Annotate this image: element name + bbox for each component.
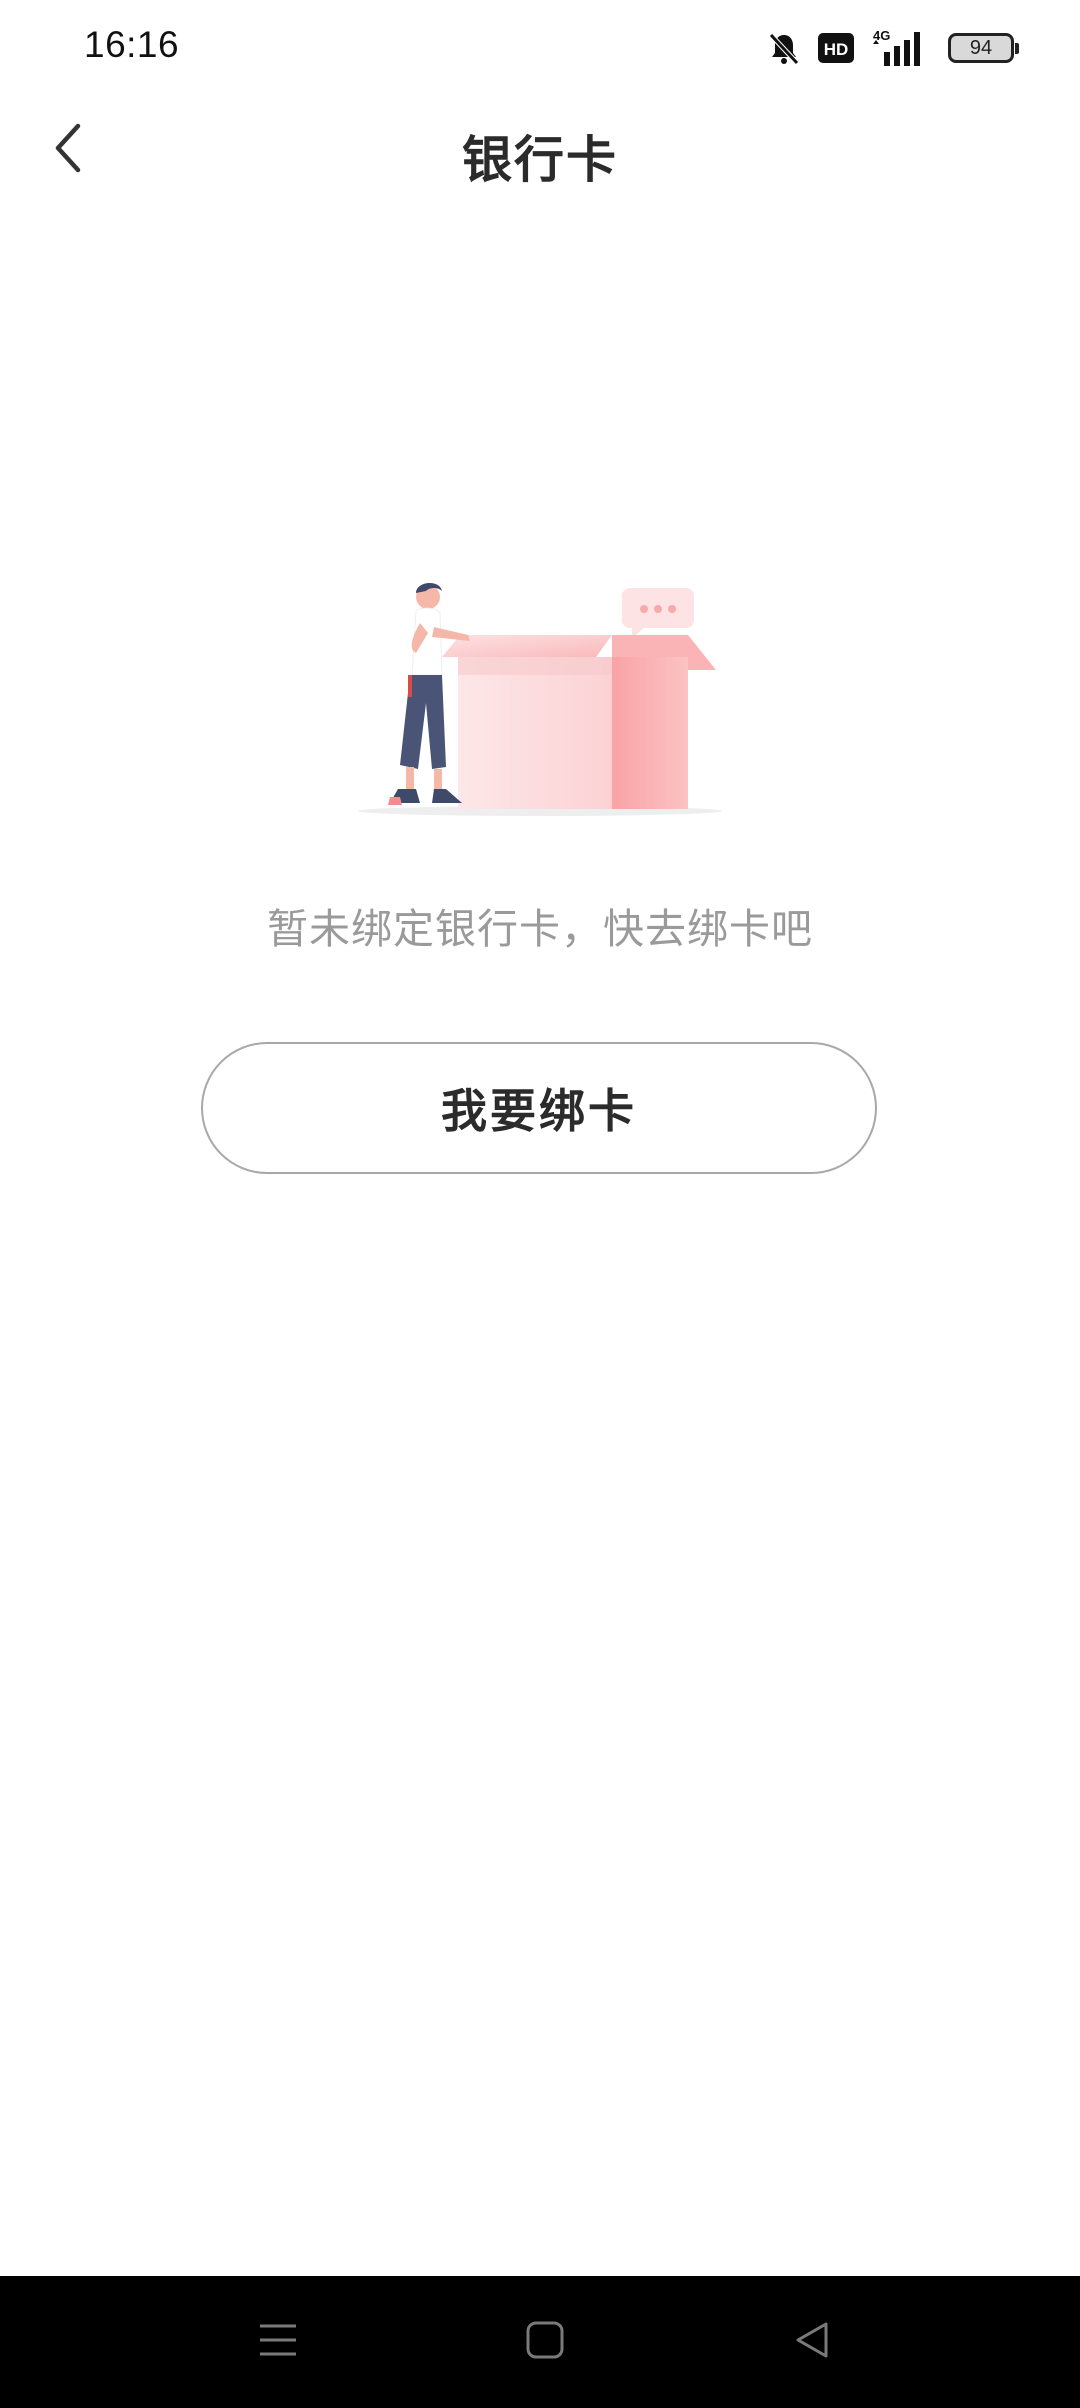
system-nav-bar [0, 2276, 1080, 2408]
empty-state-illustration [350, 575, 730, 820]
home-button[interactable] [515, 2312, 575, 2372]
battery-level: 94 [969, 36, 993, 59]
battery-icon: 94 [948, 33, 1019, 63]
mute-icon [766, 30, 802, 66]
empty-state-message: 暂未绑定银行卡，快去绑卡吧 [267, 905, 813, 953]
svg-text:HD: HD [824, 40, 849, 59]
hd-icon: HD [818, 33, 854, 63]
menu-button[interactable] [248, 2312, 308, 2372]
signal-icon: 4G [870, 28, 932, 68]
status-time: 16:16 [84, 24, 180, 65]
menu-icon [258, 2320, 298, 2364]
back-nav-button[interactable] [782, 2312, 842, 2372]
header: 银行卡 [0, 100, 1080, 200]
bank-card-page: 16:16 HD 4G 94 银行卡 暂未绑定银行卡，快去绑卡吧 我要绑卡 [0, 0, 1080, 2408]
status-icons: HD 4G 94 [766, 26, 1019, 70]
home-icon [525, 2320, 565, 2364]
bind-card-button[interactable]: 我要绑卡 [201, 1042, 877, 1174]
page-title: 银行卡 [462, 131, 618, 189]
back-triangle-icon [792, 2320, 832, 2364]
status-bar: 16:16 HD 4G 94 [0, 0, 1080, 100]
